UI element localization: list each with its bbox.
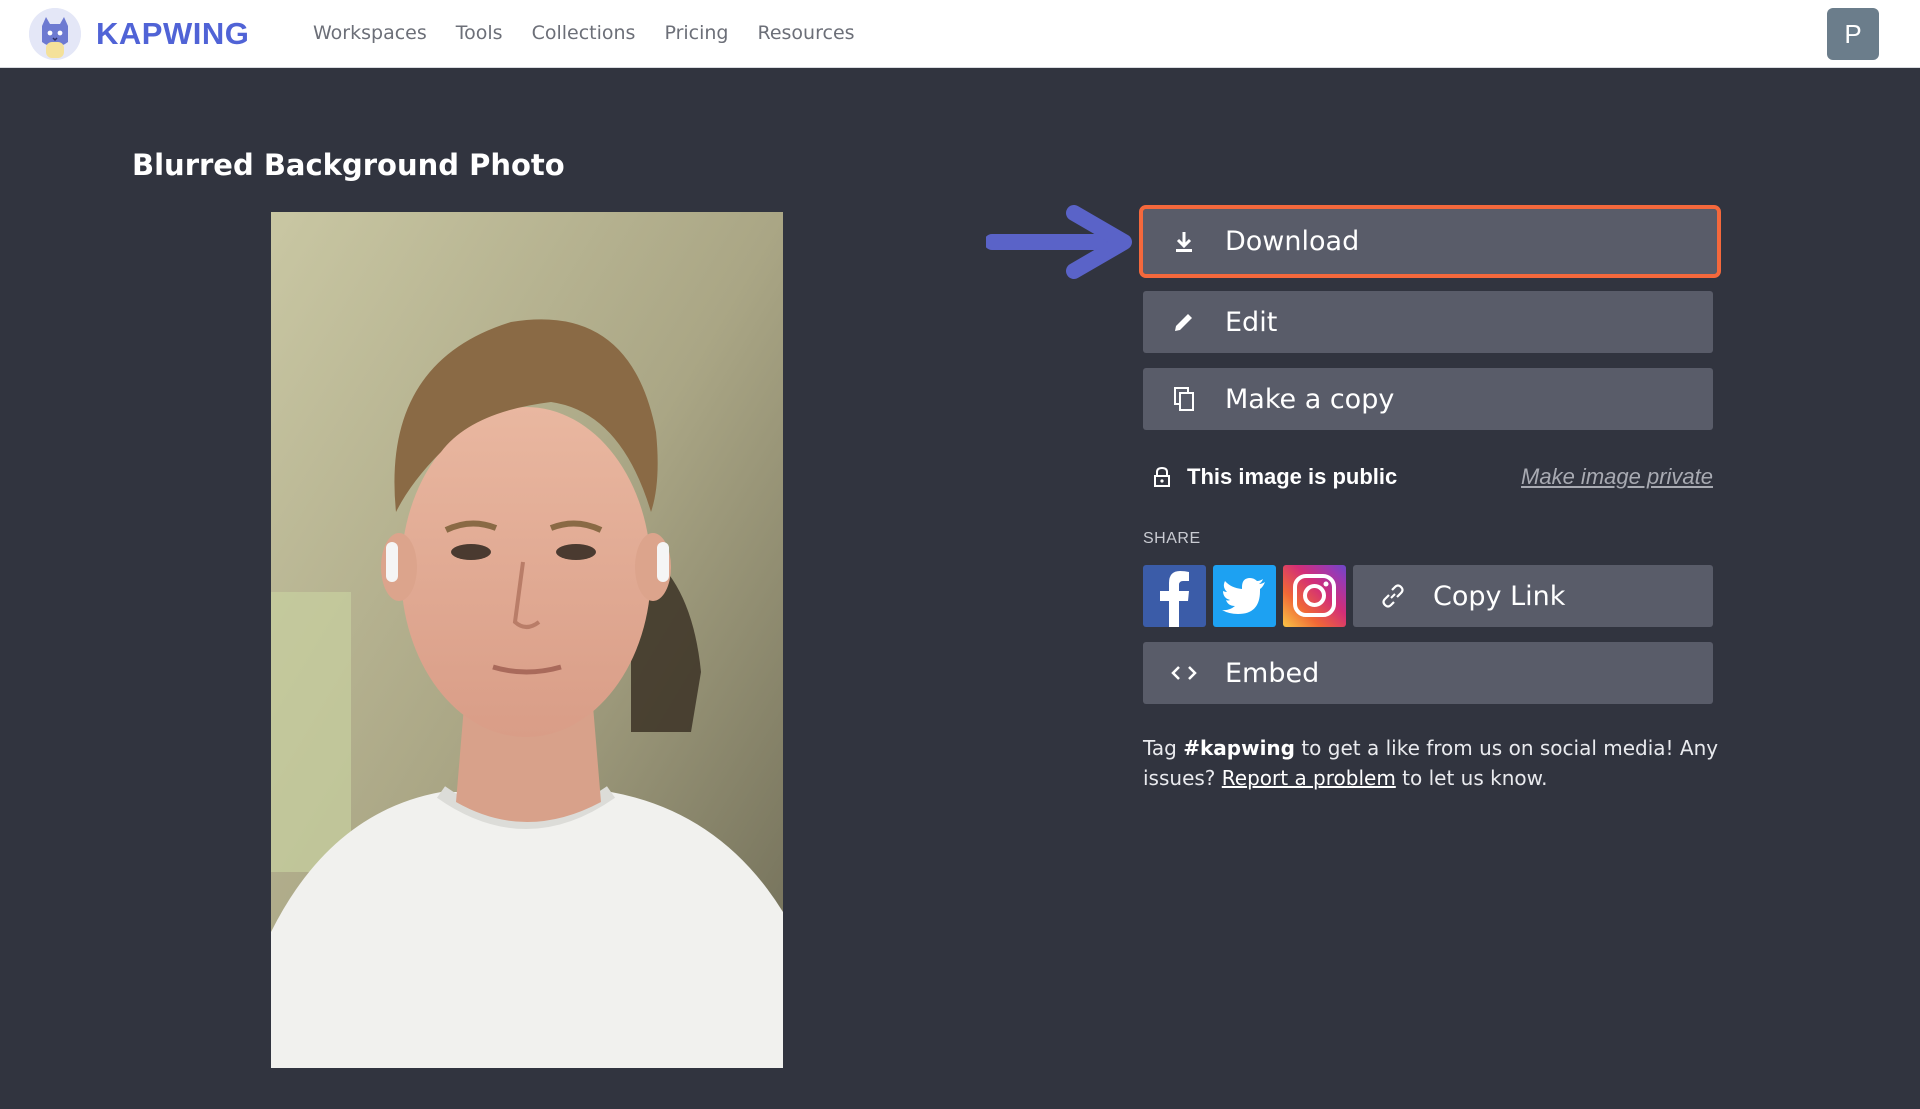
nav-pricing[interactable]: Pricing [664,22,728,44]
privacy-status: This image is public [1187,464,1398,489]
note-end: to let us know. [1395,766,1548,790]
lock-icon [1143,466,1181,488]
instagram-share-button[interactable] [1283,565,1346,627]
edit-button[interactable]: Edit [1143,291,1713,353]
pencil-icon [1143,310,1225,334]
pointer-arrow-icon [986,205,1132,279]
copy-icon [1143,386,1225,412]
social-note: Tag #kapwing to get a like from us on so… [1143,733,1723,793]
share-label: SHARE [1143,530,1201,547]
copy-link-button-label: Copy Link [1433,580,1566,612]
nav-resources[interactable]: Resources [758,22,855,44]
embed-button[interactable]: Embed [1143,642,1713,704]
nav-workspaces[interactable]: Workspaces [313,22,427,44]
report-problem-link[interactable]: Report a problem [1222,766,1396,790]
photo-preview [271,212,783,1068]
link-icon [1353,582,1433,610]
privacy-row: This image is public Make image private [1143,457,1713,497]
nav-collections[interactable]: Collections [532,22,636,44]
copy-link-button[interactable]: Copy Link [1353,565,1713,627]
edit-button-label: Edit [1225,306,1278,338]
twitter-share-button[interactable] [1213,565,1276,627]
nav-tools[interactable]: Tools [456,22,503,44]
cat-mascot-icon [29,8,81,60]
facebook-icon [1160,571,1189,627]
instagram-icon [1293,574,1336,617]
brand-name: KAPWING [96,16,250,51]
download-button[interactable]: Download [1139,205,1721,278]
make-copy-button[interactable]: Make a copy [1143,368,1713,430]
facebook-share-button[interactable] [1143,565,1206,627]
logo[interactable]: KAPWING [29,6,249,62]
make-copy-button-label: Make a copy [1225,383,1395,415]
twitter-icon [1222,578,1265,614]
download-icon [1143,230,1225,254]
download-button-label: Download [1225,226,1360,257]
main-nav: Workspaces Tools Collections Pricing Res… [313,0,884,66]
make-private-link[interactable]: Make image private [1521,464,1713,490]
top-navbar: KAPWING Workspaces Tools Collections Pri… [0,0,1920,68]
hashtag: #kapwing [1183,736,1295,760]
portrait-photo-image [271,212,783,1068]
embed-button-label: Embed [1225,657,1320,689]
note-tag-prefix: Tag [1143,736,1184,760]
user-avatar-button[interactable]: P [1827,8,1879,60]
code-icon [1143,663,1225,683]
page-title: Blurred Background Photo [132,148,565,182]
